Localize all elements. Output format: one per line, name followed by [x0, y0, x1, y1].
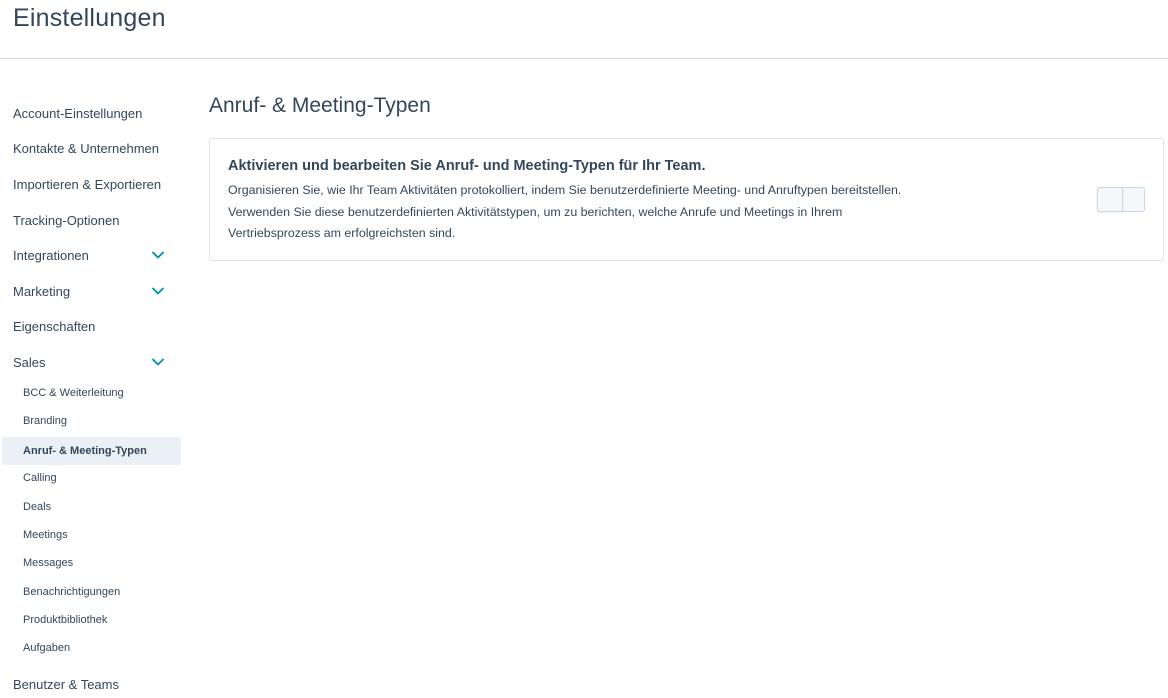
sidebar-item-integrations[interactable]: Integrationen — [0, 241, 182, 269]
sidebar-item-properties[interactable]: Eigenschaften — [0, 312, 182, 340]
sidebar-item-contacts-companies[interactable]: Kontakte & Unternehmen — [0, 134, 182, 162]
sidebar-subitem-call-meeting-types[interactable]: Anruf- & Meeting-Typen — [2, 437, 181, 465]
card-heading: Aktivieren und bearbeiten Sie Anruf- und… — [228, 158, 706, 174]
card-description-line: Vertriebsprozess am erfolgreichsten sind… — [228, 226, 456, 240]
app-header: Einstellungen — [0, 0, 1168, 59]
sidebar-subitem-label: Deals — [23, 501, 52, 513]
sidebar-item-account-settings[interactable]: Account-Einstellungen — [0, 99, 182, 127]
sidebar-item-tracking-options[interactable]: Tracking-Optionen — [0, 206, 182, 234]
card-description-line: Verwenden Sie diese benutzerdefinierten … — [228, 204, 843, 219]
sidebar-subitem-product-library[interactable]: Produktbibliothek — [2, 606, 181, 634]
sidebar-subitem-branding[interactable]: Branding — [2, 407, 181, 435]
chevron-down-icon[interactable] — [150, 284, 166, 298]
sidebar-subitem-label: Meetings — [23, 529, 68, 541]
chevron-down-icon[interactable] — [150, 248, 166, 262]
sidebar-subitem-meetings[interactable]: Meetings — [2, 521, 181, 549]
sidebar-item-import-export[interactable]: Importieren & Exportieren — [0, 170, 182, 198]
chevron-down-icon[interactable] — [150, 355, 166, 369]
sidebar-item-label: Tracking-Optionen — [13, 212, 120, 228]
sidebar-subitem-label: Benachrichtigungen — [23, 586, 121, 598]
sidebar-subitem-notifications[interactable]: Benachrichtigungen — [2, 578, 181, 606]
sidebar-item-users-teams[interactable]: Benutzer & Teams — [0, 670, 182, 698]
card-description-line: Organisieren Sie, wie Ihr Team Aktivität… — [228, 183, 902, 197]
settings-sidebar: Account-Einstellungen Kontakte & Unterne… — [0, 95, 182, 695]
sidebar-subitem-label: Calling — [23, 472, 57, 484]
sidebar-item-marketing[interactable]: Marketing — [0, 277, 182, 305]
sidebar-item-label: Account-Einstellungen — [13, 105, 143, 121]
sidebar-subitem-label: Anruf- & Meeting-Typen — [23, 445, 147, 457]
sidebar-item-sales[interactable]: Sales — [0, 348, 182, 376]
sidebar-subitem-tasks[interactable]: Aufgaben — [2, 634, 181, 662]
settings-card: Aktivieren und bearbeiten Sie Anruf- und… — [209, 138, 1164, 261]
sidebar-subitem-label: Aufgaben — [23, 642, 71, 654]
sidebar-item-label: Kontakte & Unternehmen — [13, 140, 159, 156]
page-title: Einstellungen — [13, 4, 166, 32]
sidebar-subitem-label: Branding — [23, 415, 68, 427]
sidebar-subitem-calling[interactable]: Calling — [2, 464, 181, 492]
sidebar-subitem-messages[interactable]: Messages — [2, 549, 181, 577]
content-title: Anruf- & Meeting-Typen — [209, 94, 431, 117]
sidebar-item-label: Benutzer & Teams — [13, 676, 119, 692]
sidebar-subitem-label: Messages — [23, 557, 74, 569]
sidebar-item-label: Importieren & Exportieren — [13, 176, 162, 192]
sidebar-item-label: Sales — [13, 354, 46, 370]
sidebar-subitem-bcc-forwarding[interactable]: BCC & Weiterleitung — [2, 379, 181, 407]
card-description: Organisieren Sie, wie Ihr Team Aktivität… — [228, 180, 988, 245]
toggle-knob — [1097, 187, 1123, 212]
enable-call-meeting-types-toggle[interactable] — [1097, 187, 1145, 212]
sidebar-item-label: Marketing — [13, 283, 71, 299]
sidebar-subitem-label: Produktbibliothek — [23, 614, 108, 626]
sidebar-subitem-label: BCC & Weiterleitung — [23, 387, 124, 399]
sidebar-subitem-deals[interactable]: Deals — [2, 493, 181, 521]
sidebar-item-label: Eigenschaften — [13, 318, 96, 334]
sidebar-item-label: Integrationen — [13, 247, 89, 263]
